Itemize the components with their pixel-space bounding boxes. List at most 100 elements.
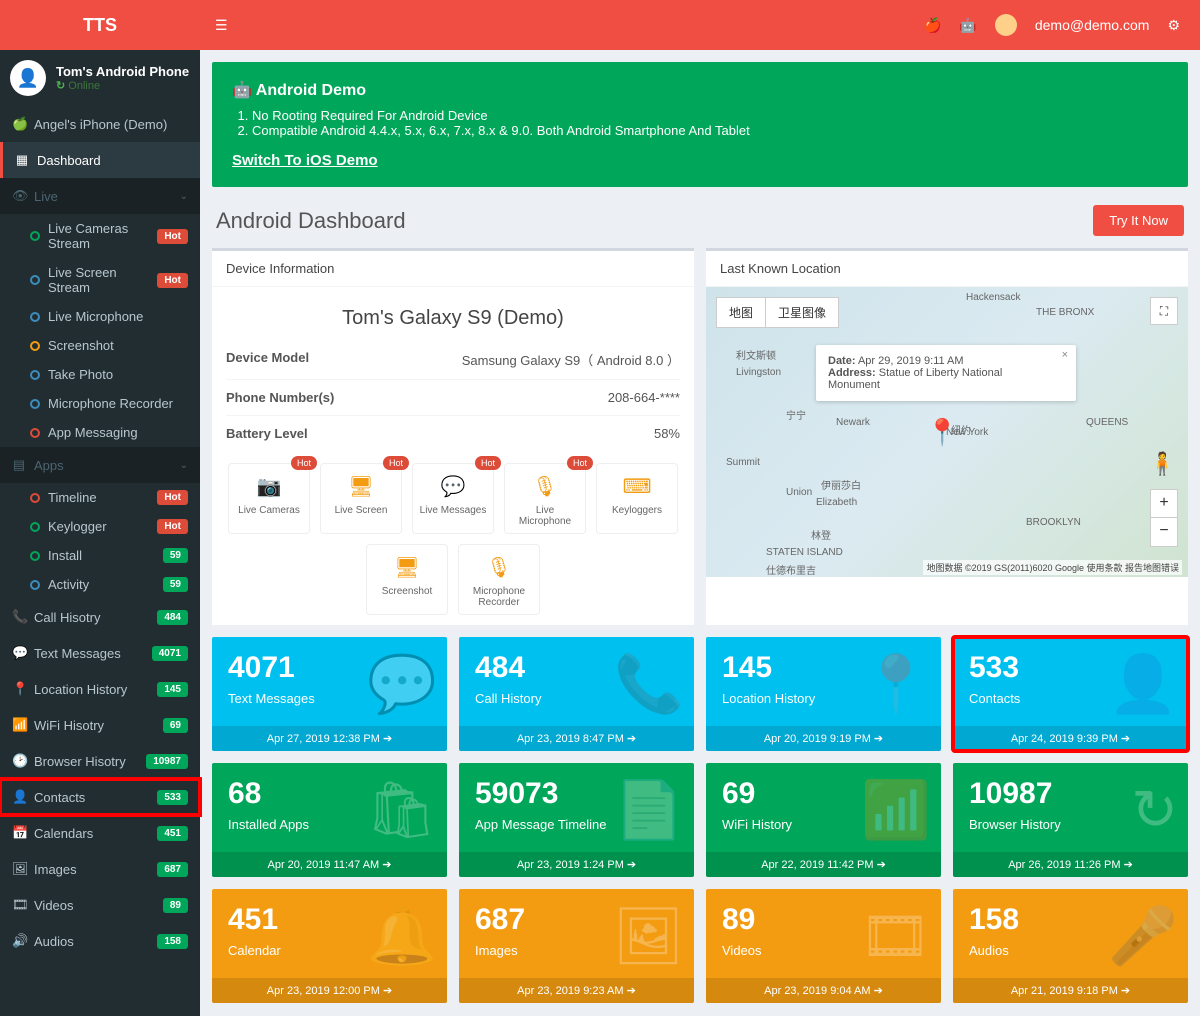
badge: Hot xyxy=(157,519,188,534)
map-type-map[interactable]: 地图 xyxy=(717,298,766,327)
bullet-icon xyxy=(30,341,40,351)
sidebar-item[interactable]: Screenshot xyxy=(20,331,200,360)
settings-icon[interactable]: ⚙ xyxy=(1167,17,1180,34)
stat-card-call-history[interactable]: 484Call History📞Apr 23, 2019 8:47 PM xyxy=(459,637,694,751)
stat-card-images[interactable]: 687Images🖼Apr 23, 2019 9:23 AM xyxy=(459,889,694,1003)
map-place-label: Summit xyxy=(726,457,760,468)
map-box: Last Known Location 地图 卫星图像 ⛶ × Date: Ap… xyxy=(706,248,1188,625)
stat-card-videos[interactable]: 89Videos🎞Apr 23, 2019 9:04 AM xyxy=(706,889,941,1003)
quick-action-button[interactable]: Hot🎙Live Microphone xyxy=(504,463,586,534)
map-place-label: Newark xyxy=(836,417,870,428)
stat-icon: 👤 xyxy=(1108,651,1178,717)
quick-action-button[interactable]: Hot📷Live Cameras xyxy=(228,463,310,534)
device-info-box: Device Information Tom's Galaxy S9 (Demo… xyxy=(212,248,694,625)
stat-card-wifi-history[interactable]: 69WiFi History📶Apr 22, 2019 11:42 PM xyxy=(706,763,941,877)
sidebar-item-contacts[interactable]: 👤Contacts533 xyxy=(0,779,200,815)
pegman-icon[interactable]: 🧍 xyxy=(1149,451,1176,477)
brand-logo[interactable]: TTS xyxy=(0,15,200,36)
quick-action-button[interactable]: Hot🖥Live Screen xyxy=(320,463,402,534)
sidebar-item-videos[interactable]: 🎞Videos89 xyxy=(0,887,200,923)
sidebar-item-wifi-hisotry[interactable]: 📶WiFi Hisotry69 xyxy=(0,707,200,743)
quick-action-button[interactable]: Hot💬Live Messages xyxy=(412,463,494,534)
info-row: Phone Number(s)208-664-**** xyxy=(226,380,680,416)
stat-card-installed-apps[interactable]: 68Installed Apps🛍Apr 20, 2019 11:47 AM xyxy=(212,763,447,877)
sidebar-item-browser-hisotry[interactable]: 🕑Browser Hisotry10987 xyxy=(0,743,200,779)
stat-icon: 🎤 xyxy=(1108,903,1178,969)
sidebar-section-live[interactable]: 👁 Live ⌄ xyxy=(0,178,200,214)
stat-footer: Apr 23, 2019 9:04 AM xyxy=(706,978,941,1003)
badge: Hot xyxy=(157,229,188,244)
map-place-label: Hackensack xyxy=(966,292,1020,303)
stat-card-browser-history[interactable]: 10987Browser History↻Apr 26, 2019 11:26 … xyxy=(953,763,1188,877)
banner: Android Demo No Rooting Required For And… xyxy=(212,62,1188,187)
zoom-in-button[interactable]: + xyxy=(1151,490,1177,518)
stat-footer: Apr 24, 2019 9:39 PM xyxy=(953,726,1188,751)
avatar[interactable] xyxy=(995,14,1017,36)
sidebar-item-text-messages[interactable]: 💬Text Messages4071 xyxy=(0,635,200,671)
badge: 451 xyxy=(157,826,188,841)
badge: 69 xyxy=(163,718,188,733)
sidebar-item[interactable]: Install59 xyxy=(20,541,200,570)
box-header: Device Information xyxy=(212,251,694,287)
quick-icon: ⌨ xyxy=(603,474,671,499)
quick-icon: 🖥 xyxy=(373,555,441,580)
sidebar-item[interactable]: Live Cameras StreamHot xyxy=(20,214,200,258)
badge: 59 xyxy=(163,577,188,592)
sidebar-item-calendars[interactable]: 📅Calendars451 xyxy=(0,815,200,851)
sidebar-section-apps[interactable]: ▤ Apps ⌄ xyxy=(0,447,200,483)
sidebar-item[interactable]: KeyloggerHot xyxy=(20,512,200,541)
try-it-now-button[interactable]: Try It Now xyxy=(1093,205,1184,236)
map[interactable]: 地图 卫星图像 ⛶ × Date: Apr 29, 2019 9:11 AM A… xyxy=(706,287,1188,577)
stat-card-location-history[interactable]: 145Location History📍Apr 20, 2019 9:19 PM xyxy=(706,637,941,751)
sidebar-item[interactable]: App Messaging xyxy=(20,418,200,447)
sidebar-item-images[interactable]: 🖼Images687 xyxy=(0,851,200,887)
apple-icon: 🍏 xyxy=(12,116,26,132)
zoom-out-button[interactable]: − xyxy=(1151,518,1177,546)
sidebar: 👤 Tom's Android Phone Online 🍏 Angel's i… xyxy=(0,50,200,1016)
apple-icon[interactable]: 🍎 xyxy=(924,17,941,34)
bullet-icon xyxy=(30,399,40,409)
stat-card-contacts[interactable]: 533Contacts👤Apr 24, 2019 9:39 PM xyxy=(953,637,1188,751)
map-place-label: 林登 xyxy=(811,527,831,542)
sidebar-item[interactable]: Activity59 xyxy=(20,570,200,599)
sidebar-item-audios[interactable]: 🔊Audios158 xyxy=(0,923,200,959)
sidebar-item[interactable]: TimelineHot xyxy=(20,483,200,512)
badge: 145 xyxy=(157,682,188,697)
stat-icon: 🔔 xyxy=(367,903,437,969)
stat-card-audios[interactable]: 158Audios🎤Apr 21, 2019 9:18 PM xyxy=(953,889,1188,1003)
device-title: Tom's Galaxy S9 (Demo) xyxy=(226,297,680,340)
switch-demo-link[interactable]: Switch To iOS Demo xyxy=(232,152,378,169)
stat-card-text-messages[interactable]: 4071Text Messages💬Apr 27, 2019 12:38 PM xyxy=(212,637,447,751)
quick-action-button[interactable]: ⌨Keyloggers xyxy=(596,463,678,534)
sidebar-item[interactable]: Live Microphone xyxy=(20,302,200,331)
menu-icon: 💬 xyxy=(12,645,26,661)
menu-toggle-icon[interactable]: ☰ xyxy=(200,17,243,34)
stat-card-calendar[interactable]: 451Calendar🔔Apr 23, 2019 12:00 PM xyxy=(212,889,447,1003)
hot-badge: Hot xyxy=(383,456,409,470)
stat-card-app-message-timeline[interactable]: 59073App Message Timeline📄Apr 23, 2019 1… xyxy=(459,763,694,877)
stat-footer: Apr 23, 2019 9:23 AM xyxy=(459,978,694,1003)
android-icon[interactable]: 🤖 xyxy=(959,17,976,34)
quick-action-button[interactable]: 🖥Screenshot xyxy=(366,544,448,615)
sidebar-item-call-hisotry[interactable]: 📞Call Hisotry484 xyxy=(0,599,200,635)
sidebar-item-dashboard[interactable]: ▦ Dashboard xyxy=(0,142,200,178)
sidebar-item-demo-device[interactable]: 🍏 Angel's iPhone (Demo) xyxy=(0,106,200,142)
badge: Hot xyxy=(157,273,188,288)
sidebar-item[interactable]: Microphone Recorder xyxy=(20,389,200,418)
menu-icon: 📶 xyxy=(12,717,26,733)
stat-footer: Apr 23, 2019 12:00 PM xyxy=(212,978,447,1003)
sidebar-item-location-history[interactable]: 📍Location History145 xyxy=(0,671,200,707)
menu-icon: 🕑 xyxy=(12,753,26,769)
sidebar-item[interactable]: Live Screen StreamHot xyxy=(20,258,200,302)
stat-icon: 📶 xyxy=(861,777,931,843)
bullet-icon xyxy=(30,551,40,561)
menu-icon: 👤 xyxy=(12,789,26,805)
quick-action-button[interactable]: 🎙Microphone Recorder xyxy=(458,544,540,615)
map-type-satellite[interactable]: 卫星图像 xyxy=(766,298,838,327)
close-icon[interactable]: × xyxy=(1062,349,1068,361)
map-place-label: THE BRONX xyxy=(1036,307,1094,318)
sidebar-item[interactable]: Take Photo xyxy=(20,360,200,389)
user-email[interactable]: demo@demo.com xyxy=(1035,17,1150,33)
fullscreen-icon[interactable]: ⛶ xyxy=(1150,297,1178,325)
stat-footer: Apr 23, 2019 1:24 PM xyxy=(459,852,694,877)
